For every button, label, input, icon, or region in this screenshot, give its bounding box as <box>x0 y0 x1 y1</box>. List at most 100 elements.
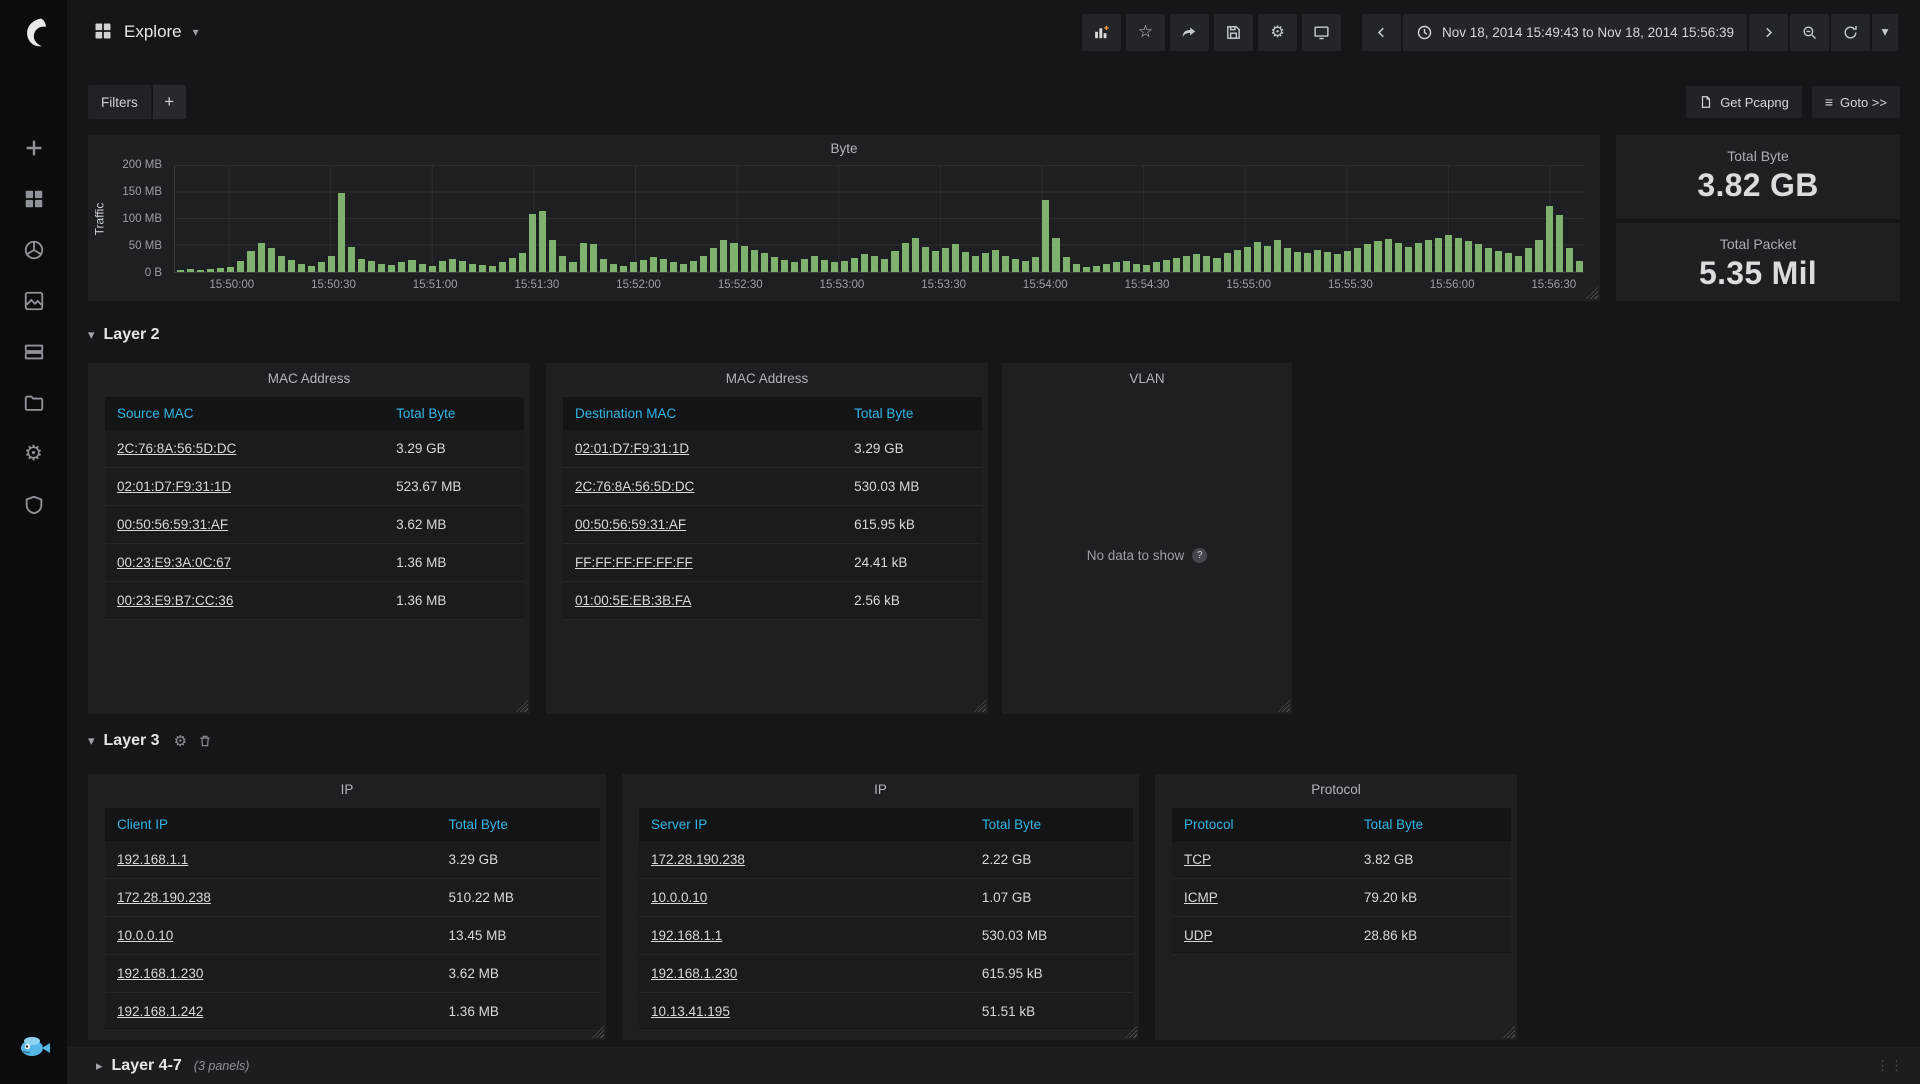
chevron-right-icon[interactable]: ▸ <box>96 1058 103 1074</box>
panel-title[interactable]: IP <box>622 782 1139 797</box>
ip-address-link[interactable]: 192.168.1.1 <box>117 852 188 867</box>
add-panel-button[interactable] <box>1082 14 1121 51</box>
settings-gear-icon[interactable]: ⚙ <box>0 428 67 479</box>
row-settings-gear-icon[interactable]: ⚙ <box>174 732 187 750</box>
fish-avatar[interactable] <box>15 1028 53 1066</box>
storage-icon[interactable] <box>0 326 67 377</box>
column-header[interactable]: Source MAC <box>105 406 394 421</box>
refresh-icon <box>1842 24 1859 41</box>
mac-address-link[interactable]: 2C:76:8A:56:5D:DC <box>117 441 236 456</box>
app-logo-icon[interactable] <box>12 10 56 54</box>
column-header[interactable]: Server IP <box>639 817 980 832</box>
table-row: ICMP79.20 kB <box>1172 879 1511 917</box>
chart-bar <box>650 257 657 272</box>
byte-value: 51.51 kB <box>980 1004 1133 1019</box>
column-header[interactable]: Total Byte <box>1362 817 1511 832</box>
chevron-down-icon[interactable]: ▾ <box>193 25 199 39</box>
layer2-section-header[interactable]: ▾ Layer 2 <box>88 322 160 348</box>
ip-address-link[interactable]: 10.13.41.195 <box>651 1004 730 1019</box>
column-header[interactable]: Total Byte <box>980 817 1133 832</box>
panel-title[interactable]: Protocol <box>1155 782 1517 797</box>
save-button[interactable] <box>1214 14 1253 51</box>
column-header[interactable]: Destination MAC <box>563 406 852 421</box>
settings-button[interactable]: ⚙ <box>1258 14 1297 51</box>
zoom-out-button[interactable] <box>1790 14 1829 51</box>
goto-button[interactable]: ≡ Goto >> <box>1812 86 1900 118</box>
ip-address-link[interactable]: 10.0.0.10 <box>117 928 173 943</box>
help-question-icon[interactable]: ? <box>1192 548 1207 563</box>
x-tick-label: 15:51:30 <box>514 279 559 291</box>
add-filter-button[interactable]: + <box>153 85 186 119</box>
refresh-button[interactable] <box>1831 14 1870 51</box>
time-back-button[interactable] <box>1362 14 1401 51</box>
chart-title[interactable]: Byte <box>88 141 1600 156</box>
mac-address-link[interactable]: 00:23:E9:3A:0C:67 <box>117 555 231 570</box>
mac-address-link[interactable]: 00:50:56:59:31:AF <box>117 517 228 532</box>
time-range-button[interactable]: Nov 18, 2014 15:49:43 to Nov 18, 2014 15… <box>1403 14 1747 51</box>
mac-address-link[interactable]: 01:00:5E:EB:3B:FA <box>575 593 691 608</box>
mac-address-link[interactable]: 00:50:56:59:31:AF <box>575 517 686 532</box>
mac-address-link[interactable]: 2C:76:8A:56:5D:DC <box>575 479 694 494</box>
panel-title[interactable]: MAC Address <box>546 371 988 386</box>
layer3-section-header[interactable]: ▾ Layer 3 ⚙ <box>88 728 212 754</box>
total-byte-panel: Total Byte 3.82 GB <box>1616 135 1900 219</box>
chart-bar <box>549 240 556 272</box>
ip-address-link[interactable]: 192.168.1.242 <box>117 1004 203 1019</box>
chart-bar <box>1234 250 1241 272</box>
panel-title[interactable]: VLAN <box>1002 371 1292 386</box>
protocol-link[interactable]: UDP <box>1184 928 1213 943</box>
chevron-down-icon[interactable]: ▾ <box>88 327 95 343</box>
protocol-link[interactable]: TCP <box>1184 852 1211 867</box>
dashboards-icon[interactable] <box>0 173 67 224</box>
trash-icon[interactable] <box>198 734 212 748</box>
resize-handle[interactable] <box>974 700 986 712</box>
mac-address-link[interactable]: FF:FF:FF:FF:FF:FF <box>575 555 693 570</box>
ip-address-link[interactable]: 172.28.190.238 <box>651 852 745 867</box>
chart-bar <box>1254 242 1261 272</box>
nav-left: Explore ▾ <box>93 21 199 44</box>
shield-icon[interactable] <box>0 479 67 530</box>
aperture-icon[interactable] <box>0 224 67 275</box>
ip-address-link[interactable]: 192.168.1.230 <box>651 966 737 981</box>
folder-icon[interactable] <box>0 377 67 428</box>
cycle-view-button[interactable] <box>1302 14 1341 51</box>
panel-title[interactable]: IP <box>88 782 606 797</box>
panel-frame-icon[interactable] <box>0 275 67 326</box>
resize-handle[interactable] <box>1503 1026 1515 1038</box>
chart-bar <box>982 253 989 272</box>
get-pcapng-button[interactable]: Get Pcapng <box>1686 86 1802 118</box>
panel-title[interactable]: MAC Address <box>88 371 530 386</box>
chart-bar <box>1153 262 1160 272</box>
table-header: Server IP Total Byte <box>639 808 1133 841</box>
add-icon[interactable] <box>0 122 67 173</box>
mac-address-link[interactable]: 00:23:E9:B7:CC:36 <box>117 593 233 608</box>
mac-address-link[interactable]: 02:01:D7:F9:31:1D <box>575 441 689 456</box>
column-header[interactable]: Protocol <box>1172 817 1362 832</box>
table-row: 172.28.190.238510.22 MB <box>105 879 600 917</box>
table-row: 2C:76:8A:56:5D:DC530.03 MB <box>563 468 982 506</box>
ip-address-link[interactable]: 10.0.0.10 <box>651 890 707 905</box>
apps-grid-icon[interactable] <box>93 21 113 44</box>
chart-bar <box>1123 261 1130 272</box>
chevron-down-icon[interactable]: ▾ <box>88 733 95 749</box>
mac-address-link[interactable]: 02:01:D7:F9:31:1D <box>117 479 231 494</box>
protocol-link[interactable]: ICMP <box>1184 890 1218 905</box>
ip-address-link[interactable]: 192.168.1.1 <box>651 928 722 943</box>
time-forward-button[interactable] <box>1749 14 1788 51</box>
column-header[interactable]: Total Byte <box>447 817 600 832</box>
ip-address-link[interactable]: 192.168.1.230 <box>117 966 203 981</box>
chart-bar <box>419 264 426 272</box>
column-header[interactable]: Total Byte <box>394 406 524 421</box>
column-header[interactable]: Client IP <box>105 817 447 832</box>
ip-address-link[interactable]: 172.28.190.238 <box>117 890 211 905</box>
resize-handle[interactable] <box>1586 287 1598 299</box>
star-button[interactable]: ☆ <box>1126 14 1165 51</box>
layer47-section-header[interactable]: ▸ Layer 4-7 (3 panels) ⋮⋮ <box>67 1047 1920 1084</box>
refresh-interval-button[interactable]: ▾ <box>1872 14 1898 51</box>
chart-bar <box>1546 206 1553 272</box>
share-button[interactable] <box>1170 14 1209 51</box>
column-header[interactable]: Total Byte <box>852 406 982 421</box>
resize-handle[interactable] <box>516 700 528 712</box>
drag-handle-icon[interactable]: ⋮⋮ <box>1876 1058 1904 1074</box>
page-title[interactable]: Explore <box>124 22 182 42</box>
